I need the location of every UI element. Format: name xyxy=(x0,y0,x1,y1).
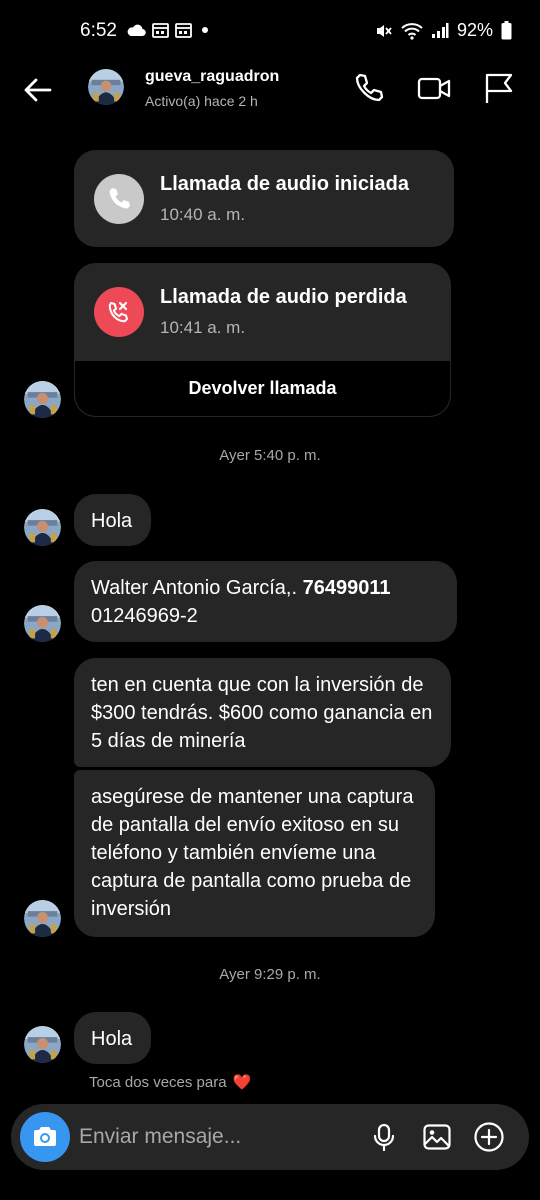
status-time: 6:52 xyxy=(80,20,117,41)
timestamp: Ayer 5:40 p. m. xyxy=(219,447,321,464)
message-bubble[interactable]: Walter Antonio García,. 76499011 0124696… xyxy=(74,561,457,642)
message-bubble[interactable]: Hola xyxy=(74,494,151,546)
heart-icon: ❤️ xyxy=(232,1074,252,1091)
timestamp: Ayer 9:29 p. m. xyxy=(219,966,321,983)
cloud-icon xyxy=(127,24,146,37)
dot-icon xyxy=(202,27,208,33)
message-text: ten en cuenta que con la inversión de $3… xyxy=(91,674,433,752)
more-options-button[interactable] xyxy=(473,1121,505,1153)
avatar[interactable] xyxy=(24,509,61,546)
video-camera-icon xyxy=(417,77,451,100)
message-bubble[interactable]: ten en cuenta que con la inversión de $3… xyxy=(74,658,451,767)
call-started-icon-wrap xyxy=(94,174,144,224)
message-text: Hola xyxy=(91,510,133,532)
message-input[interactable] xyxy=(79,1122,339,1152)
plus-circle-icon xyxy=(474,1122,504,1152)
message-bubble[interactable]: asegúrese de mantener una captura de pan… xyxy=(74,770,435,937)
message-text: 01246969-2 xyxy=(91,605,198,627)
video-call-button[interactable] xyxy=(416,70,452,106)
call-time: 10:41 a. m. xyxy=(160,318,246,337)
back-button[interactable] xyxy=(18,70,58,110)
status-bar: 6:52 92% xyxy=(0,0,540,64)
signal-icon xyxy=(431,22,449,38)
call-title: Llamada de audio perdida xyxy=(160,286,407,308)
report-button[interactable] xyxy=(480,70,516,106)
return-call-button[interactable]: Devolver llamada xyxy=(74,361,451,417)
chat-username[interactable]: gueva_raguadron xyxy=(145,68,279,86)
camera-button[interactable] xyxy=(20,1112,70,1162)
avatar[interactable] xyxy=(24,900,61,937)
call-title: Llamada de audio iniciada xyxy=(160,173,409,195)
call-time: 10:40 a. m. xyxy=(160,205,246,224)
message-composer xyxy=(11,1104,529,1170)
calendar-icon xyxy=(175,23,192,38)
call-card-missed: Llamada de audio perdida 10:41 a. m. Dev… xyxy=(74,263,451,417)
camera-icon xyxy=(34,1127,56,1146)
chat-active-status: Activo(a) hace 2 h xyxy=(145,93,258,109)
call-card-started: Llamada de audio iniciada 10:40 a. m. xyxy=(74,150,454,247)
status-right: 92% xyxy=(375,20,512,41)
double-tap-hint: Toca dos veces para ❤️ xyxy=(89,1073,252,1092)
flag-icon xyxy=(485,73,513,103)
hint-text: Toca dos veces para xyxy=(89,1073,227,1091)
arrow-left-icon xyxy=(24,78,52,102)
battery-icon xyxy=(501,21,512,40)
calendar-icon xyxy=(152,23,169,38)
status-notification-icons xyxy=(126,22,212,38)
audio-call-button[interactable] xyxy=(351,70,387,106)
wifi-icon xyxy=(401,22,423,40)
avatar[interactable] xyxy=(24,381,61,418)
voice-message-button[interactable] xyxy=(368,1121,400,1153)
call-missed-icon-wrap xyxy=(94,287,144,337)
header-avatar[interactable] xyxy=(88,69,124,105)
message-bubble[interactable]: Hola xyxy=(74,1012,151,1064)
battery-percent: 92% xyxy=(456,20,493,40)
message-text: Walter Antonio García,. xyxy=(91,577,298,599)
chat-header: gueva_raguadron Activo(a) hace 2 h xyxy=(0,64,540,120)
message-text: Hola xyxy=(91,1028,133,1050)
missed-call-icon xyxy=(108,301,129,323)
gallery-button[interactable] xyxy=(421,1121,453,1153)
avatar[interactable] xyxy=(24,605,61,642)
image-icon xyxy=(423,1124,451,1150)
phone-icon xyxy=(355,73,384,102)
phone-icon xyxy=(109,188,130,209)
message-text: asegúrese de mantener una captura de pan… xyxy=(91,786,414,920)
microphone-icon xyxy=(373,1123,395,1152)
avatar[interactable] xyxy=(24,1026,61,1063)
mute-icon xyxy=(376,24,392,37)
message-number: 76499011 xyxy=(302,577,391,599)
